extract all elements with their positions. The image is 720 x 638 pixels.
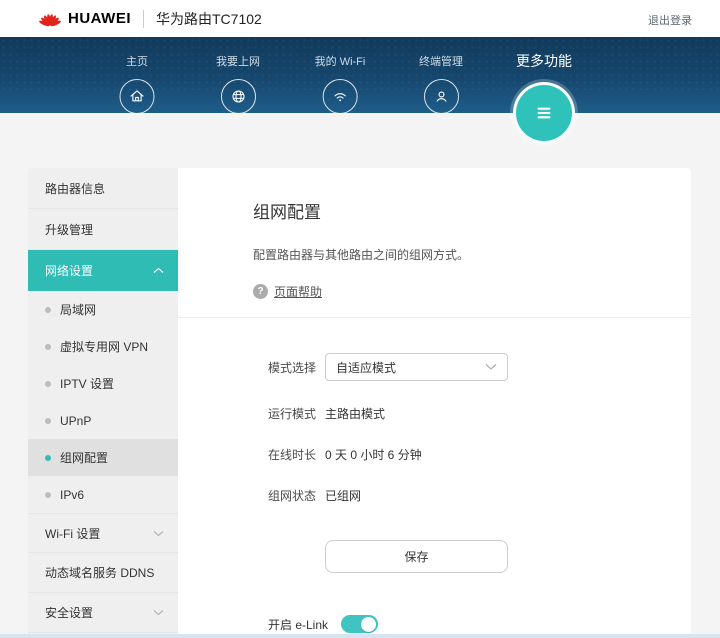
- sidebar-item-label: UPnP: [60, 413, 92, 428]
- online-time-row: 在线时长 0 天 0 小时 6 分钟: [268, 446, 691, 463]
- elink-toggle[interactable]: [341, 615, 378, 633]
- page-help-link[interactable]: ? 页面帮助: [253, 283, 322, 300]
- toggle-knob: [361, 616, 376, 632]
- bullet-icon: [45, 417, 51, 424]
- save-button[interactable]: 保存: [325, 540, 508, 573]
- sidebar-item-label: 路由器信息: [45, 181, 106, 196]
- sidebar-item-label: 局域网: [60, 303, 97, 317]
- sidebar-item-router-info[interactable]: 路由器信息: [28, 168, 178, 209]
- app-header: HUAWEI 华为路由TC7102 退出登录: [0, 0, 720, 37]
- mesh-status-row: 组网状态 已组网: [268, 487, 691, 504]
- elink-row: 开启 e-Link: [268, 615, 691, 633]
- mesh-status-value: 已组网: [325, 489, 362, 503]
- sidebar-item-ddns[interactable]: 动态域名服务 DDNS: [28, 553, 178, 593]
- nav-item-more[interactable]: 更多功能: [513, 51, 575, 144]
- elink-label: 开启 e-Link: [268, 617, 329, 632]
- mode-select-dropdown[interactable]: 自适应模式: [325, 353, 508, 381]
- sidebar-item-upgrade[interactable]: 升级管理: [28, 209, 178, 250]
- sidebar-item-label: Wi-Fi 设置: [45, 526, 101, 541]
- help-link-label: 页面帮助: [274, 285, 323, 299]
- bullet-icon: [45, 306, 51, 313]
- logout-link[interactable]: 退出登录: [648, 12, 692, 28]
- sidebar-item-upnp[interactable]: UPnP: [28, 402, 178, 439]
- page-title: 组网配置: [253, 203, 321, 222]
- chevron-down-icon: [485, 363, 497, 371]
- top-nav: 主页 我要上网 我的 Wi-Fi 终端管理 更多功能: [0, 37, 720, 144]
- nav-label: 我要上网: [216, 56, 260, 68]
- sidebar-item-label: IPTV 设置: [60, 377, 115, 391]
- sidebar-item-label: 组网配置: [60, 451, 109, 465]
- bottom-strip: [0, 634, 720, 638]
- sidebar: 路由器信息 升级管理 网络设置 局域网 虚拟专用网 VPN IPTV 设置 UP…: [28, 168, 178, 634]
- sidebar-item-wifi-settings[interactable]: Wi-Fi 设置: [28, 513, 178, 553]
- bullet-icon: [45, 343, 51, 350]
- mesh-status-label: 组网状态: [268, 489, 317, 503]
- sidebar-item-label: 动态域名服务 DDNS: [45, 566, 155, 580]
- help-icon: ?: [253, 284, 268, 299]
- brand-row: HUAWEI 华为路由TC7102: [0, 0, 720, 37]
- mesh-config-form: 模式选择 自适应模式 运行模式 主路由模式 在线时长 0 天 0 小时 6 分钟…: [178, 353, 691, 633]
- bullet-icon: [45, 380, 51, 387]
- nav-item-devices[interactable]: 终端管理: [419, 53, 463, 114]
- sidebar-item-label: 升级管理: [45, 222, 94, 237]
- sidebar-item-label: 虚拟专用网 VPN: [60, 340, 149, 354]
- menu-icon[interactable]: [513, 82, 575, 144]
- bullet-icon: [45, 454, 51, 461]
- chevron-up-icon: [153, 267, 164, 274]
- nav-label: 主页: [126, 56, 148, 68]
- wifi-icon: [322, 79, 358, 114]
- sidebar-item-mesh-config[interactable]: 组网配置: [28, 439, 178, 476]
- sidebar-item-ipv6[interactable]: IPv6: [28, 476, 178, 513]
- sidebar-item-network-settings[interactable]: 网络设置: [28, 250, 178, 291]
- mode-select-label: 模式选择: [268, 360, 317, 375]
- main-panel: 组网配置 配置路由器与其他路由之间的组网方式。 ? 页面帮助 模式选择 自适应模…: [178, 168, 691, 634]
- chevron-down-icon: [153, 530, 164, 537]
- nav-item-wifi[interactable]: 我的 Wi-Fi: [314, 53, 366, 114]
- sidebar-item-lan[interactable]: 局域网: [28, 291, 178, 328]
- huawei-logo-icon: [38, 10, 62, 27]
- header-divider: [143, 9, 144, 28]
- online-time-label: 在线时长: [268, 448, 317, 462]
- sidebar-item-label: 安全设置: [45, 606, 94, 620]
- mode-select-row: 模式选择 自适应模式: [268, 353, 691, 381]
- sidebar-item-label: IPv6: [60, 487, 85, 502]
- sidebar-item-label: 网络设置: [45, 263, 94, 278]
- nav-label: 更多功能: [516, 53, 572, 69]
- sidebar-item-security[interactable]: 安全设置: [28, 593, 178, 633]
- product-name: 华为路由TC7102: [156, 10, 262, 27]
- brand-name: HUAWEI: [68, 10, 131, 27]
- user-icon: [423, 79, 459, 114]
- home-icon: [119, 79, 155, 114]
- chevron-down-icon: [153, 609, 164, 616]
- sidebar-item-iptv[interactable]: IPTV 设置: [28, 365, 178, 402]
- nav-item-internet[interactable]: 我要上网: [216, 53, 260, 114]
- run-mode-value: 主路由模式: [325, 407, 386, 421]
- run-mode-row: 运行模式 主路由模式: [268, 405, 691, 422]
- sidebar-item-vpn[interactable]: 虚拟专用网 VPN: [28, 328, 178, 365]
- nav-item-home[interactable]: 主页: [119, 53, 155, 114]
- nav-label: 终端管理: [419, 56, 463, 68]
- nav-label: 我的 Wi-Fi: [314, 56, 366, 68]
- online-time-value: 0 天 0 小时 6 分钟: [325, 448, 422, 462]
- globe-icon: [220, 79, 256, 114]
- mode-select-value: 自适应模式: [336, 360, 397, 375]
- content-divider: [178, 317, 691, 318]
- run-mode-label: 运行模式: [268, 407, 317, 421]
- page-description: 配置路由器与其他路由之间的组网方式。: [253, 248, 470, 262]
- bullet-icon: [45, 491, 51, 498]
